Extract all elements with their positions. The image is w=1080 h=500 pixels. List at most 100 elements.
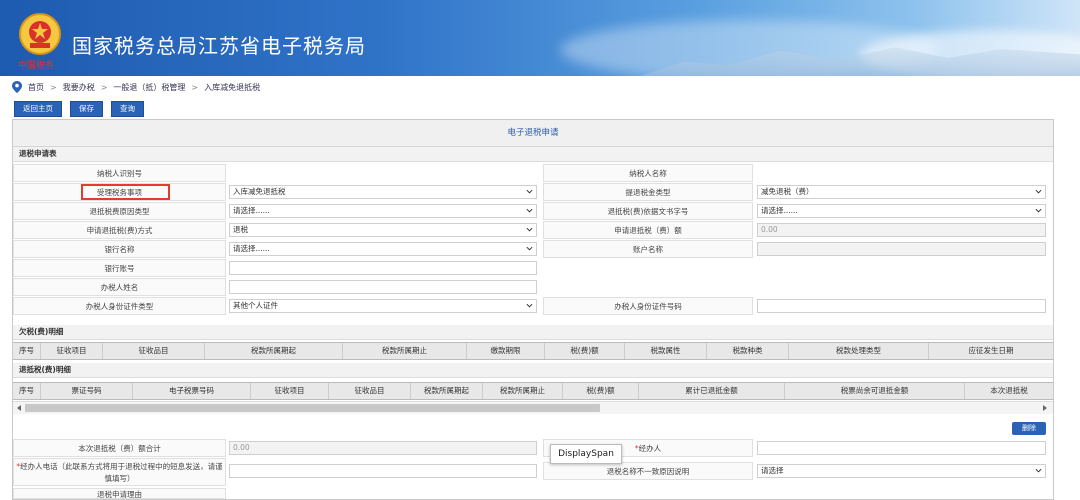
agent-id-type-label: 办税人身份证件类型 <box>13 297 226 315</box>
refund-col-header: 征收品目 <box>329 383 411 399</box>
scroll-right-icon[interactable] <box>1041 404 1049 412</box>
delete-button[interactable]: 删除 <box>1012 422 1046 435</box>
panel-title: 电子退税申请 <box>13 120 1053 147</box>
account-no-label: 银行账号 <box>13 259 226 277</box>
arrears-col-header: 税款属性 <box>625 343 707 359</box>
method-value: 退税 <box>233 225 248 234</box>
refund-col-header: 税款所属期起 <box>411 383 483 399</box>
arrears-col-header: 征收品目 <box>103 343 205 359</box>
arrears-table-header: 序号 征收项目 征收品目 税款所属期起 税款所属期止 缴款期限 税(费)额 税款… <box>13 342 1053 360</box>
breadcrumb-separator: > <box>191 82 199 92</box>
location-pin-icon <box>12 81 22 93</box>
refund-col-header: 征收项目 <box>251 383 329 399</box>
taxpayer-name-label: 纳税人名称 <box>543 164 753 182</box>
total-field: 0.00 <box>229 441 537 455</box>
return-home-button[interactable]: 返回主页 <box>14 101 62 117</box>
refund-col-header: 税款所属期止 <box>483 383 563 399</box>
arrears-col-header: 税款种类 <box>707 343 789 359</box>
reason-label: 退抵税费原因类型 <box>13 202 226 220</box>
breadcrumb-current: 入库减免退抵税 <box>204 82 261 92</box>
chevron-down-icon <box>526 246 533 251</box>
tooltip: DisplaySpan <box>550 444 622 464</box>
site-title: 国家税务总局江苏省电子税务局 <box>72 34 366 58</box>
scrollbar-thumb[interactable] <box>25 404 600 412</box>
phone-field[interactable] <box>229 464 537 478</box>
header-banner: 中国税务 国家税务总局江苏省电子税务局 <box>0 0 1080 76</box>
agent-id-type-value: 其他个人证件 <box>233 301 278 310</box>
reason-select[interactable]: 请选择...... <box>229 204 537 218</box>
chevron-down-icon <box>526 227 533 232</box>
arrears-col-header: 征收项目 <box>41 343 103 359</box>
amount-field: 0.00 <box>757 223 1046 237</box>
account-name-label: 账户名称 <box>543 240 753 258</box>
chevron-down-icon <box>1035 208 1042 213</box>
matter-select-value: 入库减免退抵税 <box>233 187 286 196</box>
amount-label: 申请退抵税（费）额 <box>543 221 753 239</box>
refund-col-header: 票证号码 <box>41 383 133 399</box>
agent-id-type-select[interactable]: 其他个人证件 <box>229 299 537 313</box>
doc-no-label: 退抵税(费)依据文书字号 <box>543 202 753 220</box>
agent-id-no-field[interactable] <box>757 299 1046 313</box>
mismatch-select[interactable]: 请选择 <box>757 464 1046 478</box>
refund-col-header: 税(费)额 <box>563 383 639 399</box>
method-select[interactable]: 退税 <box>229 223 537 237</box>
save-button[interactable]: 保存 <box>70 101 103 117</box>
refund-col-header: 税票尚余可退抵金额 <box>785 383 965 399</box>
refund-col-header: 序号 <box>13 383 41 399</box>
arrears-col-header: 税款处理类型 <box>789 343 929 359</box>
reason-apply-label: 退税申请理由 <box>13 488 226 499</box>
refund-table-header: 序号 票证号码 电子税票号码 征收项目 征收品目 税款所属期起 税款所属期止 税… <box>13 382 1053 400</box>
refund-col-header: 本次退抵税 <box>990 386 1028 395</box>
breadcrumb-refund-management[interactable]: 一般退（抵）税管理 <box>113 82 185 93</box>
application-form: 纳税人识别号 纳税人名称 受理税务事项 入库减免退抵税 提退税金类型 减免退税（… <box>13 162 1053 338</box>
handler-field[interactable] <box>757 441 1046 455</box>
arrears-col-header: 税款所属期起 <box>205 343 343 359</box>
doc-no-select[interactable]: 请选择...... <box>757 204 1046 218</box>
breadcrumb: 首页 > 我要办税 > 一般退（抵）税管理 > 入库减免退抵税 <box>12 80 260 94</box>
agent-name-label: 办税人姓名 <box>13 278 226 296</box>
reason-value: 请选择...... <box>233 206 270 215</box>
agent-id-no-label: 办税人身份证件号码 <box>543 297 753 315</box>
taxpayer-id-label: 纳税人识别号 <box>13 164 226 182</box>
arrears-col-header: 税(费)额 <box>545 343 625 359</box>
method-label: 申请退抵税(费)方式 <box>13 221 226 239</box>
tax-emblem-icon <box>19 13 61 55</box>
chevron-down-icon <box>526 208 533 213</box>
total-label: 本次退抵税（费）额合计 <box>13 439 226 457</box>
section-application: 退税申请表 <box>13 147 1053 162</box>
phone-label: *经办人电话（此联系方式将用于退税过程中的短息发送，请谨慎填写） <box>13 458 226 486</box>
bank-label: 银行名称 <box>13 240 226 258</box>
mismatch-value: 请选择 <box>761 466 784 475</box>
handler-label-text: 经办人 <box>638 444 662 453</box>
refund-type-select[interactable]: 减免退税（费） <box>757 185 1046 199</box>
toolbar: 返回主页 保存 查询 <box>14 101 144 117</box>
phone-label-text: 经办人电话（此联系方式将用于退税过程中的短息发送，请谨慎填写） <box>20 462 223 483</box>
bank-value: 请选择...... <box>233 244 270 253</box>
doc-no-value: 请选择...... <box>761 206 798 215</box>
breadcrumb-home[interactable]: 首页 <box>28 82 44 93</box>
breadcrumb-my-tax[interactable]: 我要办税 <box>63 82 95 93</box>
account-name-field <box>757 242 1046 256</box>
scroll-left-icon[interactable] <box>15 404 23 412</box>
breadcrumb-separator: > <box>100 82 108 92</box>
chevron-down-icon <box>1035 468 1042 473</box>
refund-type-label: 提退税金类型 <box>543 183 753 201</box>
arrears-col-header: 序号 <box>13 343 41 359</box>
breadcrumb-separator: > <box>50 82 57 92</box>
horizontal-scrollbar[interactable] <box>13 401 1053 414</box>
arrears-col-header: 税款所属期止 <box>343 343 467 359</box>
refund-col-header: 电子税票号码 <box>133 383 251 399</box>
bank-select[interactable]: 请选择...... <box>229 242 537 256</box>
chevron-down-icon <box>526 303 533 308</box>
arrears-col-header: 缴款期限 <box>467 343 545 359</box>
emblem-subtitle: 中国税务 <box>18 61 55 71</box>
highlight-box <box>81 184 170 200</box>
arrears-col-header: 应征发生日期 <box>968 346 1014 355</box>
refund-col-header: 累计已退抵金额 <box>639 383 785 399</box>
refund-type-value: 减免退税（费） <box>761 187 814 196</box>
matter-select[interactable]: 入库减免退抵税 <box>229 185 537 199</box>
section-refund-detail: 退抵税(费)明细 <box>13 363 1053 378</box>
agent-name-field[interactable] <box>229 280 537 294</box>
query-button[interactable]: 查询 <box>111 101 144 117</box>
account-no-field[interactable] <box>229 261 537 275</box>
